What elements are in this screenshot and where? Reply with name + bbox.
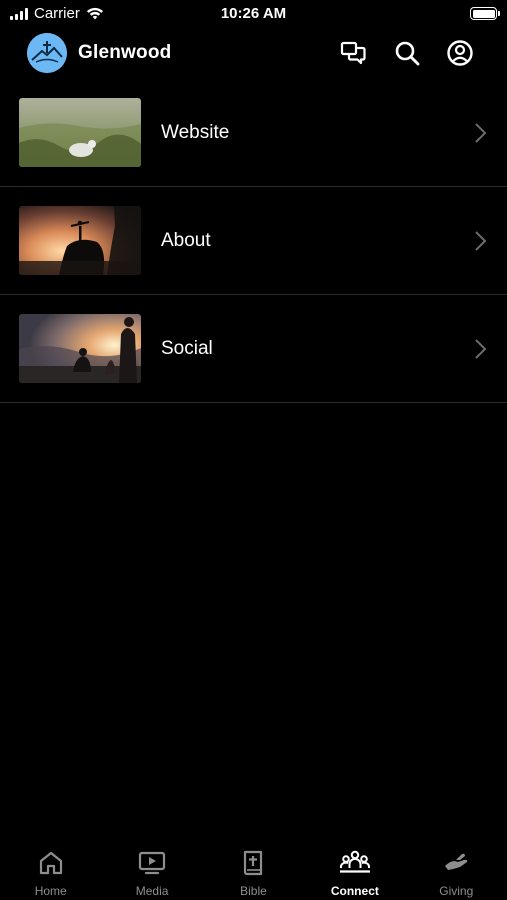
- tab-home[interactable]: Home: [0, 838, 101, 900]
- tab-giving[interactable]: Giving: [406, 838, 507, 900]
- chevron-right-icon: [475, 123, 487, 143]
- status-time: 10:26 AM: [220, 5, 287, 22]
- list-item-label: Website: [161, 122, 230, 143]
- search-icon[interactable]: [393, 39, 421, 67]
- tab-media[interactable]: Media: [101, 838, 202, 900]
- connect-icon: [339, 850, 370, 873]
- list-item-website[interactable]: Website: [0, 79, 507, 187]
- chevron-right-icon: [475, 231, 487, 251]
- app-header: Glenwood: [0, 30, 507, 76]
- church-logo-icon[interactable]: [27, 33, 67, 73]
- sunset-people-thumbnail: [19, 314, 141, 383]
- home-icon: [39, 851, 62, 875]
- sunset-rock-thumbnail: [19, 206, 141, 275]
- status-bar: Carrier 10:26 AM: [0, 0, 507, 30]
- chat-icon[interactable]: [339, 39, 367, 67]
- tab-bible[interactable]: Bible: [203, 838, 304, 900]
- tab-label: Media: [135, 884, 169, 898]
- profile-icon[interactable]: [446, 39, 474, 67]
- bible-icon: [244, 850, 263, 876]
- tab-bar: Home Media Bible Connect Giving: [0, 838, 507, 900]
- tab-label: Bible: [240, 884, 267, 898]
- battery-icon: [470, 7, 500, 20]
- chevron-right-icon: [475, 339, 487, 359]
- list-item-social[interactable]: Social: [0, 295, 507, 403]
- tab-label: Connect: [330, 884, 379, 898]
- grass-field-thumbnail: [19, 98, 141, 167]
- connect-list: Website About Social: [0, 79, 507, 403]
- tab-label: Home: [34, 884, 67, 898]
- media-icon: [138, 851, 166, 875]
- list-item-about[interactable]: About: [0, 187, 507, 295]
- app-title: Glenwood: [78, 42, 172, 63]
- tab-connect[interactable]: Connect: [304, 838, 405, 900]
- list-item-label: Social: [161, 338, 213, 359]
- tab-label: Giving: [439, 884, 474, 898]
- list-item-label: About: [161, 230, 211, 251]
- giving-icon: [445, 853, 468, 870]
